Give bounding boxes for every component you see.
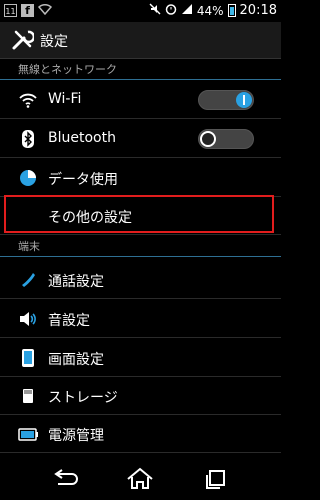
- list-item-call-settings[interactable]: 通話設定: [0, 261, 281, 299]
- clock: 20:18: [239, 3, 277, 18]
- section-header-wireless: 無線とネットワーク: [0, 60, 281, 80]
- signal-icon: [181, 3, 193, 18]
- sound-settings-label: 音設定: [48, 313, 90, 329]
- power-management-label: 電源管理: [48, 428, 104, 444]
- mute-icon: [149, 3, 161, 18]
- phone-icon: [18, 270, 38, 290]
- display-settings-label: 画面設定: [48, 352, 104, 368]
- battery-status-icon: [227, 4, 236, 17]
- data-usage-label: データ使用: [48, 172, 118, 188]
- call-settings-label: 通話設定: [48, 274, 104, 290]
- display-icon: [18, 348, 38, 368]
- list-item-wifi[interactable]: Wi-Fi: [0, 81, 281, 119]
- wifi-toggle[interactable]: [198, 90, 254, 110]
- settings-tools-icon: [10, 28, 36, 52]
- list-item-storage[interactable]: ストレージ: [0, 377, 281, 415]
- bluetooth-icon: [18, 129, 38, 149]
- bluetooth-toggle[interactable]: [198, 129, 254, 149]
- storage-icon: [18, 386, 38, 406]
- back-icon[interactable]: [44, 466, 84, 492]
- home-icon[interactable]: [120, 466, 160, 492]
- battery-icon: [18, 424, 38, 444]
- bluetooth-label: Bluetooth: [48, 130, 116, 146]
- list-item-sound-settings[interactable]: 音設定: [0, 300, 281, 338]
- speaker-icon: [18, 309, 38, 329]
- list-item-power-management[interactable]: 電源管理: [0, 415, 281, 453]
- battery-percent: 44%: [196, 3, 224, 18]
- wifi-icon: [18, 90, 38, 110]
- list-item-bluetooth[interactable]: Bluetooth: [0, 120, 281, 158]
- action-bar: 設定: [0, 22, 281, 59]
- data-usage-icon: [18, 168, 38, 188]
- list-item-data-usage[interactable]: データ使用: [0, 159, 281, 197]
- notification-count-icon: 11: [4, 4, 17, 17]
- status-bar: 11 f 44% 20:18: [0, 0, 281, 22]
- wifi-label: Wi-Fi: [48, 91, 82, 107]
- storage-label: ストレージ: [48, 390, 118, 406]
- page-title: 設定: [40, 34, 68, 50]
- list-item-display-settings[interactable]: 画面設定: [0, 339, 281, 377]
- wifi-status-icon: [37, 3, 53, 18]
- recent-apps-icon[interactable]: [196, 466, 236, 492]
- alarm-icon: [165, 3, 177, 18]
- navigation-bar: [0, 458, 281, 500]
- facebook-icon: f: [21, 4, 34, 17]
- highlight-box: [4, 195, 274, 233]
- section-header-device: 端末: [0, 237, 281, 257]
